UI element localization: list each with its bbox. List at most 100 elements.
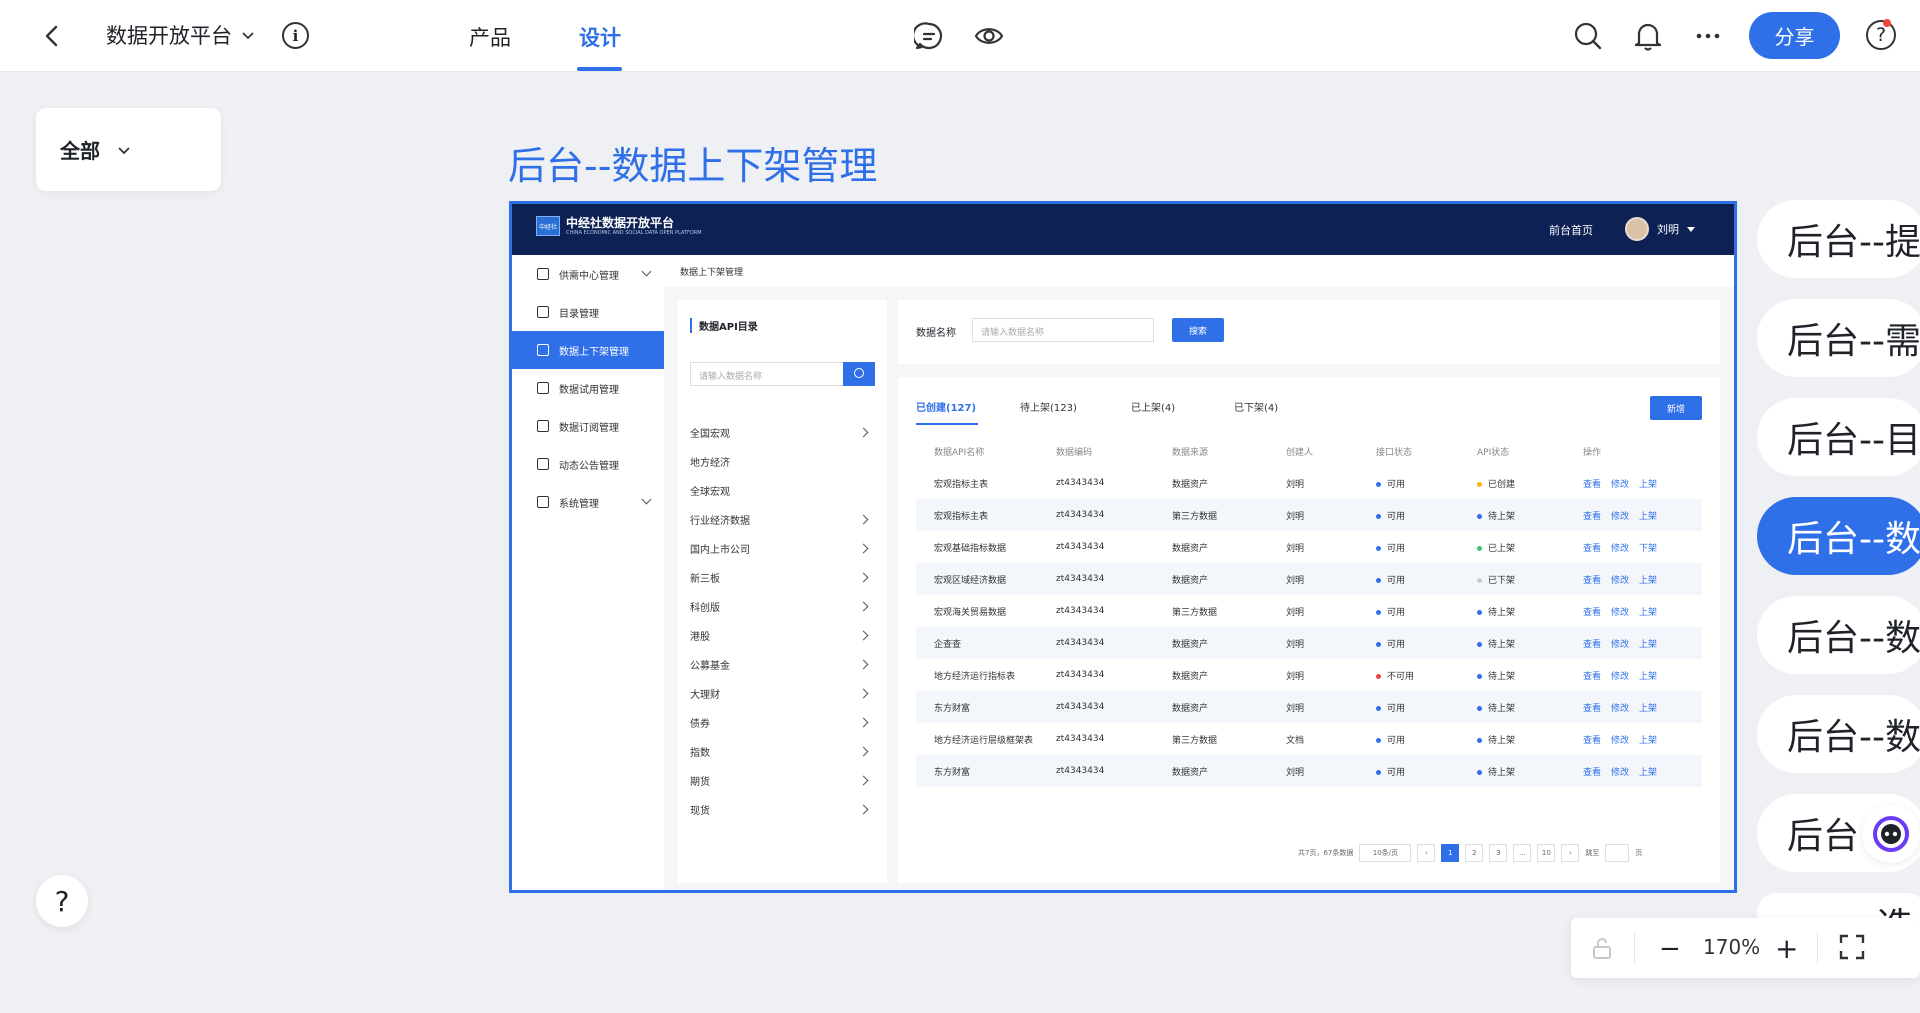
action-link[interactable]: 上架 (1639, 608, 1657, 618)
page-number[interactable]: ... (1513, 844, 1532, 862)
action-link[interactable]: 查看 (1583, 544, 1601, 554)
action-link[interactable]: 修改 (1611, 672, 1629, 682)
page-list-item[interactable]: 后台--数 (1757, 596, 1920, 674)
catalog-item[interactable]: 国内上市公司 (690, 534, 875, 563)
page-size-select[interactable]: 10条/页 (1359, 844, 1412, 862)
action-link[interactable]: 上架 (1639, 672, 1657, 682)
action-link[interactable]: 查看 (1583, 768, 1601, 778)
page-list-item[interactable]: 后台--目 (1757, 398, 1920, 476)
catalog-item[interactable]: 大理财 (690, 679, 875, 708)
user-menu[interactable]: 刘明 (1625, 217, 1695, 241)
action-link[interactable]: 修改 (1611, 736, 1629, 746)
catalog-item[interactable]: 债券 (690, 708, 875, 737)
sidebar-item[interactable]: 动态公告管理 (512, 445, 664, 483)
action-link[interactable]: 上架 (1639, 736, 1657, 746)
sidebar-item[interactable]: 数据上下架管理 (512, 331, 664, 369)
lock-icon[interactable] (1590, 936, 1614, 960)
share-button[interactable]: 分享 (1749, 12, 1840, 59)
zoom-in-button[interactable]: + (1775, 932, 1798, 965)
zoom-out-button[interactable]: − (1659, 934, 1681, 964)
page-list-item[interactable]: 后台--需 (1757, 299, 1920, 377)
sidebar-item[interactable]: 数据订阅管理 (512, 407, 664, 445)
action-link[interactable]: 下架 (1639, 544, 1657, 554)
zoom-level[interactable]: 170% (1703, 935, 1760, 959)
design-artboard[interactable]: 中经社 中经社数据开放平台 CHINA ECONOMIC AND SOCIAL … (509, 201, 1737, 893)
sidebar-item[interactable]: 目录管理 (512, 293, 664, 331)
action-link[interactable]: 查看 (1583, 672, 1601, 682)
catalog-item[interactable]: 全国宏观 (690, 418, 875, 447)
more-icon[interactable] (1693, 21, 1723, 51)
page-list-item[interactable]: 后台--数 (1757, 695, 1920, 773)
app-logo: 中经社 中经社数据开放平台 CHINA ECONOMIC AND SOCIAL … (536, 216, 702, 236)
action-link[interactable]: 查看 (1583, 512, 1601, 522)
sidebar-item[interactable]: 系统管理 (512, 483, 664, 521)
catalog-item[interactable]: 科创版 (690, 592, 875, 621)
search-input[interactable]: 请输入数据名称 (972, 318, 1154, 342)
page-number[interactable]: 10 (1537, 844, 1556, 862)
assistant-bot-icon[interactable] (1862, 805, 1920, 863)
back-arrow-icon[interactable] (38, 22, 66, 50)
catalog-search-button[interactable] (843, 362, 875, 386)
search-button[interactable]: 搜索 (1172, 318, 1224, 342)
action-link[interactable]: 修改 (1611, 512, 1629, 522)
tab-design[interactable]: 设计 (579, 22, 621, 52)
sidebar-item[interactable]: 数据试用管理 (512, 369, 664, 407)
action-link[interactable]: 查看 (1583, 480, 1601, 490)
action-link[interactable]: 修改 (1611, 576, 1629, 586)
comment-icon[interactable] (914, 21, 944, 51)
sidebar-item[interactable]: 供需中心管理 (512, 255, 664, 293)
action-link[interactable]: 上架 (1639, 640, 1657, 650)
action-link[interactable]: 修改 (1611, 768, 1629, 778)
action-link[interactable]: 上架 (1639, 576, 1657, 586)
catalog-item[interactable]: 港股 (690, 621, 875, 650)
catalog-item[interactable]: 指数 (690, 737, 875, 766)
action-link[interactable]: 查看 (1583, 640, 1601, 650)
page-list-item[interactable]: 后台--提 (1757, 200, 1920, 278)
catalog-item[interactable]: 期货 (690, 766, 875, 795)
status-tab[interactable]: 已上架(4) (1131, 399, 1175, 414)
catalog-item[interactable]: 地方经济 (690, 447, 875, 476)
action-link[interactable]: 上架 (1639, 512, 1657, 522)
action-link[interactable]: 修改 (1611, 640, 1629, 650)
status-tab[interactable]: 已创建(127) (916, 399, 976, 414)
page-number[interactable]: 1 (1441, 844, 1460, 862)
next-page-button[interactable]: › (1561, 844, 1580, 862)
help-button[interactable]: ? (36, 875, 88, 927)
status-tab[interactable]: 已下架(4) (1234, 399, 1278, 414)
catalog-item[interactable]: 新三板 (690, 563, 875, 592)
fullscreen-icon[interactable] (1839, 934, 1865, 960)
preview-eye-icon[interactable] (974, 21, 1004, 51)
action-link[interactable]: 上架 (1639, 480, 1657, 490)
action-link[interactable]: 查看 (1583, 736, 1601, 746)
action-link[interactable]: 修改 (1611, 704, 1629, 714)
action-link[interactable]: 查看 (1583, 704, 1601, 714)
prev-page-button[interactable]: ‹ (1417, 844, 1436, 862)
new-button[interactable]: 新增 (1650, 396, 1702, 420)
bell-icon[interactable] (1633, 21, 1663, 51)
home-link[interactable]: 前台首页 (1549, 222, 1593, 238)
help-icon[interactable]: ? (1866, 19, 1896, 50)
page-number[interactable]: 3 (1489, 844, 1508, 862)
table-row: 东方财富 zt4343434 数据资产 刘明 可用 待上架 查看 修改 上架 (916, 755, 1702, 787)
action-link[interactable]: 修改 (1611, 544, 1629, 554)
page-jump-input[interactable] (1605, 844, 1630, 862)
catalog-item[interactable]: 行业经济数据 (690, 505, 875, 534)
page-list-item[interactable]: 后台--数 (1757, 497, 1920, 575)
action-link[interactable]: 上架 (1639, 768, 1657, 778)
search-icon[interactable] (1573, 21, 1603, 51)
project-switcher[interactable]: 数据开放平台 (106, 20, 256, 50)
tab-active-indicator (577, 67, 622, 71)
catalog-item[interactable]: 全球宏观 (690, 476, 875, 505)
catalog-item[interactable]: 公募基金 (690, 650, 875, 679)
action-link[interactable]: 查看 (1583, 608, 1601, 618)
tab-product[interactable]: 产品 (469, 22, 511, 52)
action-link[interactable]: 修改 (1611, 608, 1629, 618)
catalog-item[interactable]: 现货 (690, 795, 875, 824)
page-number[interactable]: 2 (1465, 844, 1484, 862)
action-link[interactable]: 查看 (1583, 576, 1601, 586)
page-filter-dropdown[interactable]: 全部 (36, 108, 221, 191)
status-tab[interactable]: 待上架(123) (1020, 399, 1077, 414)
action-link[interactable]: 上架 (1639, 704, 1657, 714)
action-link[interactable]: 修改 (1611, 480, 1629, 490)
info-icon[interactable]: i (282, 22, 309, 49)
